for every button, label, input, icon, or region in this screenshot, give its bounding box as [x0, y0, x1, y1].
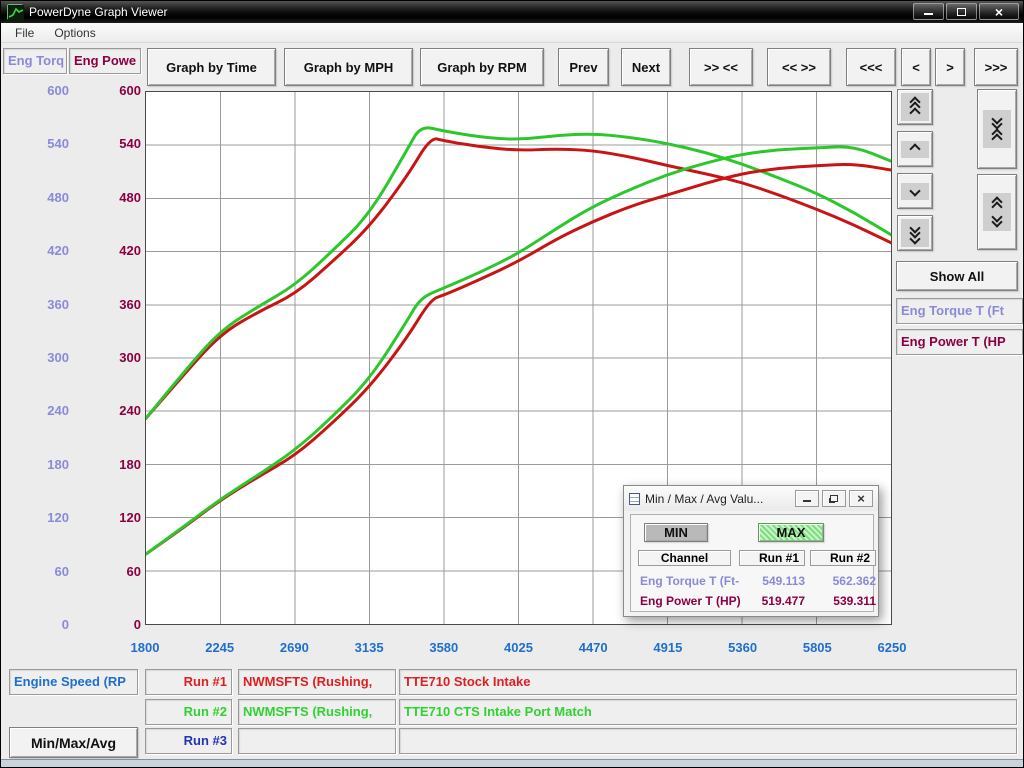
y-axis-tick-label: 420 — [1, 243, 141, 259]
menu-bar: File Options — [1, 23, 1024, 43]
y-axis-tick-label: 360 — [1, 297, 141, 313]
pan-up-fast-button[interactable] — [897, 89, 933, 125]
run2-label-box: Run #2 — [145, 699, 232, 725]
y-axis-tick-label: 240 — [1, 403, 141, 419]
min-max-avg-button[interactable]: Min/Max/Avg — [9, 727, 138, 758]
chevron-down-icon — [901, 183, 929, 200]
run1-operator-box: NWMSFTS (Rushing, — [238, 669, 396, 695]
x-channel-label-box: Engine Speed (RP — [9, 669, 138, 695]
compress-range-icon — [983, 110, 1011, 148]
power-row-run1-value: 519.477 — [739, 594, 805, 608]
run2-operator-box: NWMSFTS (Rushing, — [238, 699, 396, 725]
power-row-run2-value: 539.311 — [810, 594, 876, 608]
menu-options[interactable]: Options — [46, 24, 103, 42]
x-axis-tick-label: 5360 — [728, 640, 757, 655]
torque-axis-header: Eng Torq — [3, 48, 67, 74]
channel-column-header: Channel — [638, 550, 731, 566]
rpm-axis-scale: 1800224526903135358040254470491553605805… — [145, 640, 892, 658]
title-bar[interactable]: PowerDyne Graph Viewer × — [1, 1, 1024, 23]
run3-label-box: Run #3 — [145, 728, 232, 754]
x-axis-tick-label: 4470 — [579, 640, 608, 655]
run3-operator-box — [238, 728, 396, 754]
maximize-icon — [957, 8, 966, 16]
torque-channel-box: Eng Torque T (Ft — [896, 298, 1023, 324]
graph-by-mph-button[interactable]: Graph by MPH — [284, 48, 413, 86]
zoom-in-x-button[interactable]: >> << — [689, 48, 753, 86]
expand-range-icon — [983, 193, 1011, 231]
window-title: PowerDyne Graph Viewer — [29, 5, 168, 19]
run2-column-header: Run #2 — [810, 550, 876, 566]
scroll-left-fast-button[interactable]: <<< — [846, 48, 896, 86]
max-toggle-button[interactable]: MAX — [758, 523, 824, 542]
y-axis-tick-label: 60 — [1, 564, 141, 580]
run1-description-box: TTE710 Stock Intake — [399, 669, 1017, 695]
pan-down-fast-button[interactable] — [897, 215, 933, 251]
triple-chevron-up-icon — [901, 93, 929, 121]
x-axis-tick-label: 4915 — [653, 640, 682, 655]
run1-label-box: Run #1 — [145, 669, 232, 695]
close-icon: × — [857, 493, 865, 505]
restore-icon — [830, 495, 838, 502]
power-axis-scale: 060120180240300360420480540600 — [1, 91, 141, 625]
scroll-left-button[interactable]: < — [901, 48, 931, 86]
triple-chevron-down-icon — [901, 219, 929, 247]
minmax-window-title: Min / Max / Avg Valu... — [645, 492, 792, 506]
y-axis-tick-label: 600 — [1, 83, 141, 99]
pan-up-button[interactable] — [897, 131, 933, 167]
compress-y-range-button[interactable] — [977, 89, 1017, 169]
prev-button[interactable]: Prev — [558, 48, 609, 86]
close-icon: × — [995, 5, 1003, 19]
x-axis-tick-label: 5805 — [803, 640, 832, 655]
app-icon — [7, 4, 23, 20]
x-axis-tick-label: 3580 — [429, 640, 458, 655]
window-bottom-frame — [1, 759, 1024, 768]
form-icon — [629, 493, 640, 505]
y-axis-tick-label: 0 — [1, 617, 141, 633]
run3-description-box — [399, 728, 1017, 754]
pan-down-button[interactable] — [897, 173, 933, 209]
y-axis-tick-label: 180 — [1, 457, 141, 473]
graph-by-rpm-button[interactable]: Graph by RPM — [420, 48, 544, 86]
app-window: PowerDyne Graph Viewer × File Options En… — [0, 0, 1024, 768]
minmax-maximize-button[interactable] — [822, 490, 846, 507]
x-axis-tick-label: 2245 — [205, 640, 234, 655]
expand-y-range-button[interactable] — [977, 174, 1017, 250]
y-axis-tick-label: 120 — [1, 510, 141, 526]
minmax-close-button[interactable]: × — [849, 490, 873, 507]
menu-file[interactable]: File — [7, 24, 42, 42]
x-axis-tick-label: 1800 — [131, 640, 160, 655]
graph-by-time-button[interactable]: Graph by Time — [147, 48, 276, 86]
chevron-up-icon — [901, 141, 929, 158]
y-axis-tick-label: 300 — [1, 350, 141, 366]
run1-column-header: Run #1 — [739, 550, 805, 566]
x-axis-tick-label: 2690 — [280, 640, 309, 655]
minmax-values-window: Min / Max / Avg Valu... × MIN MAX Channe… — [623, 485, 879, 617]
minimize-button[interactable] — [913, 3, 944, 20]
torque-row-run1-value: 549.113 — [739, 574, 805, 588]
scroll-right-fast-button[interactable]: >>> — [974, 48, 1018, 86]
power-channel-box: Eng Power T (HP — [896, 329, 1023, 355]
x-axis-tick-label: 6250 — [878, 640, 907, 655]
minimize-icon — [803, 500, 811, 502]
x-axis-tick-label: 4025 — [504, 640, 533, 655]
close-button[interactable]: × — [979, 3, 1019, 20]
torque-row-channel: Eng Torque T (Ft- — [640, 574, 739, 588]
y-axis-tick-label: 480 — [1, 190, 141, 206]
window-controls: × — [913, 3, 1019, 20]
next-button[interactable]: Next — [621, 48, 671, 86]
minmax-minimize-button[interactable] — [795, 490, 819, 507]
power-row-channel: Eng Power T (HP) — [640, 594, 741, 608]
minimize-icon — [924, 12, 933, 15]
torque-row-run2-value: 562.362 — [810, 574, 876, 588]
zoom-out-x-button[interactable]: << >> — [767, 48, 831, 86]
minmax-title-bar[interactable]: Min / Max / Avg Valu... × — [624, 486, 878, 511]
run2-description-box: TTE710 CTS Intake Port Match — [399, 699, 1017, 725]
maximize-button[interactable] — [946, 3, 977, 20]
min-toggle-button[interactable]: MIN — [644, 523, 708, 542]
power-axis-header: Eng Powe — [69, 48, 141, 74]
x-axis-tick-label: 3135 — [355, 640, 384, 655]
y-axis-tick-label: 540 — [1, 136, 141, 152]
scroll-right-button[interactable]: > — [935, 48, 965, 86]
show-all-button[interactable]: Show All — [896, 261, 1018, 291]
